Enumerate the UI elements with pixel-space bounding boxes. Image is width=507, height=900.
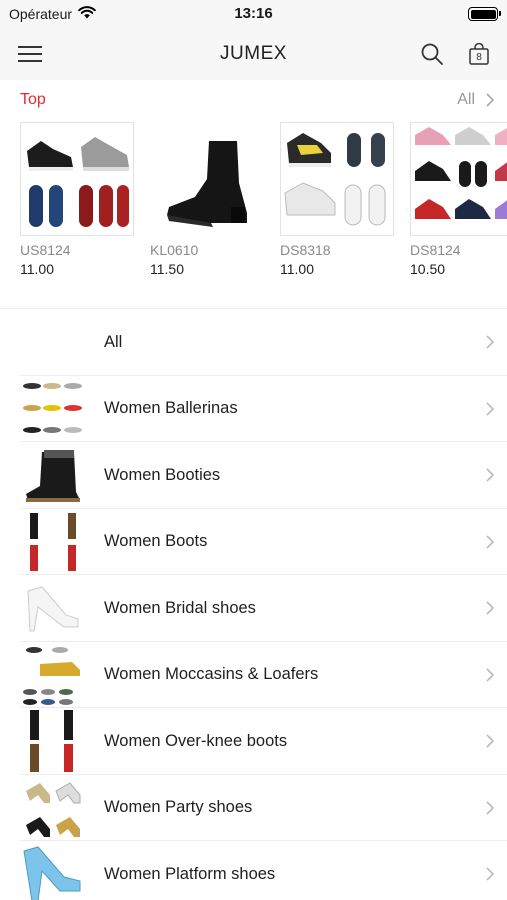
category-row-all[interactable]: All [0,309,507,376]
product-price: 11.50 [150,261,184,277]
top-section-title: Top [20,91,46,108]
product-image [410,122,507,236]
product-price: 10.50 [410,261,446,277]
product-image [150,122,264,236]
chevron-right-icon [486,93,495,107]
category-thumbnail [20,841,86,900]
app-title: JUMEX [220,43,287,64]
product-price: 11.00 [280,261,314,277]
category-label: All [104,332,123,351]
product-card[interactable]: DS8124 10.50 [410,122,507,308]
category-label: Women Ballerinas [104,399,238,418]
product-card[interactable]: KL0610 11.50 [150,122,264,308]
see-all-label: All [457,91,475,108]
nav-actions: 8 [421,43,489,65]
shopping-bag-icon[interactable]: 8 [469,43,489,65]
top-products-carousel[interactable]: US8124 11.00 KL0610 11.50 DS8318 11.00 D… [0,120,507,308]
category-thumbnail [20,442,86,509]
category-row-bridal[interactable]: Women Bridal shoes [0,575,507,642]
chevron-right-icon [486,867,495,881]
chevron-right-icon [486,535,495,549]
top-see-all-link[interactable]: All [457,91,495,109]
search-icon[interactable] [421,43,443,65]
status-left: Opérateur [9,6,96,22]
product-card[interactable]: US8124 11.00 [20,122,134,308]
product-image [280,122,394,236]
nav-bar: JUMEX 8 [0,28,507,80]
category-thumbnail [20,575,86,642]
top-section-header: Top All [0,80,507,120]
chevron-right-icon [486,734,495,748]
category-row-over-knee-boots[interactable]: Women Over-knee boots [0,708,507,775]
category-row-ballerinas[interactable]: Women Ballerinas [0,375,507,443]
product-price: 11.00 [20,261,54,277]
product-image [20,122,134,236]
product-code: KL0610 [150,242,199,258]
category-thumbnail [20,708,86,775]
category-label: Women Moccasins & Loafers [104,665,319,684]
cart-count: 8 [476,51,482,63]
category-thumbnail [20,508,86,575]
chevron-right-icon [486,801,495,815]
carrier-label: Opérateur [9,6,73,22]
category-row-moccasins[interactable]: Women Moccasins & Loafers [0,641,507,709]
product-card[interactable]: DS8318 11.00 [280,122,394,308]
chevron-right-icon [486,668,495,682]
product-code: DS8318 [280,242,331,258]
chevron-right-icon [486,402,495,416]
category-label: Women Booties [104,465,221,484]
category-label: Women Bridal shoes [104,598,256,617]
category-list: All Women Ballerinas Women Booties Women… [0,309,507,900]
category-row-party[interactable]: Women Party shoes [0,774,507,842]
product-code: DS8124 [410,242,461,258]
chevron-right-icon [486,468,495,482]
clock: 13:16 [234,5,273,22]
chevron-right-icon [486,335,495,349]
chevron-right-icon [486,601,495,615]
status-bar: Opérateur 13:16 [0,0,507,28]
category-label: Women Platform shoes [104,864,276,883]
wifi-icon [78,6,96,22]
category-label: Women Over-knee boots [104,731,288,750]
category-row-booties[interactable]: Women Booties [0,442,507,509]
category-row-platform[interactable]: Women Platform shoes [0,841,507,900]
category-thumbnail [20,774,86,841]
battery-icon [468,7,501,21]
category-row-boots[interactable]: Women Boots [0,508,507,576]
category-label: Women Boots [104,532,208,551]
category-thumbnail [20,641,86,708]
menu-icon[interactable] [18,45,42,63]
category-thumbnail [20,375,86,442]
category-label: Women Party shoes [104,798,253,817]
product-code: US8124 [20,242,71,258]
